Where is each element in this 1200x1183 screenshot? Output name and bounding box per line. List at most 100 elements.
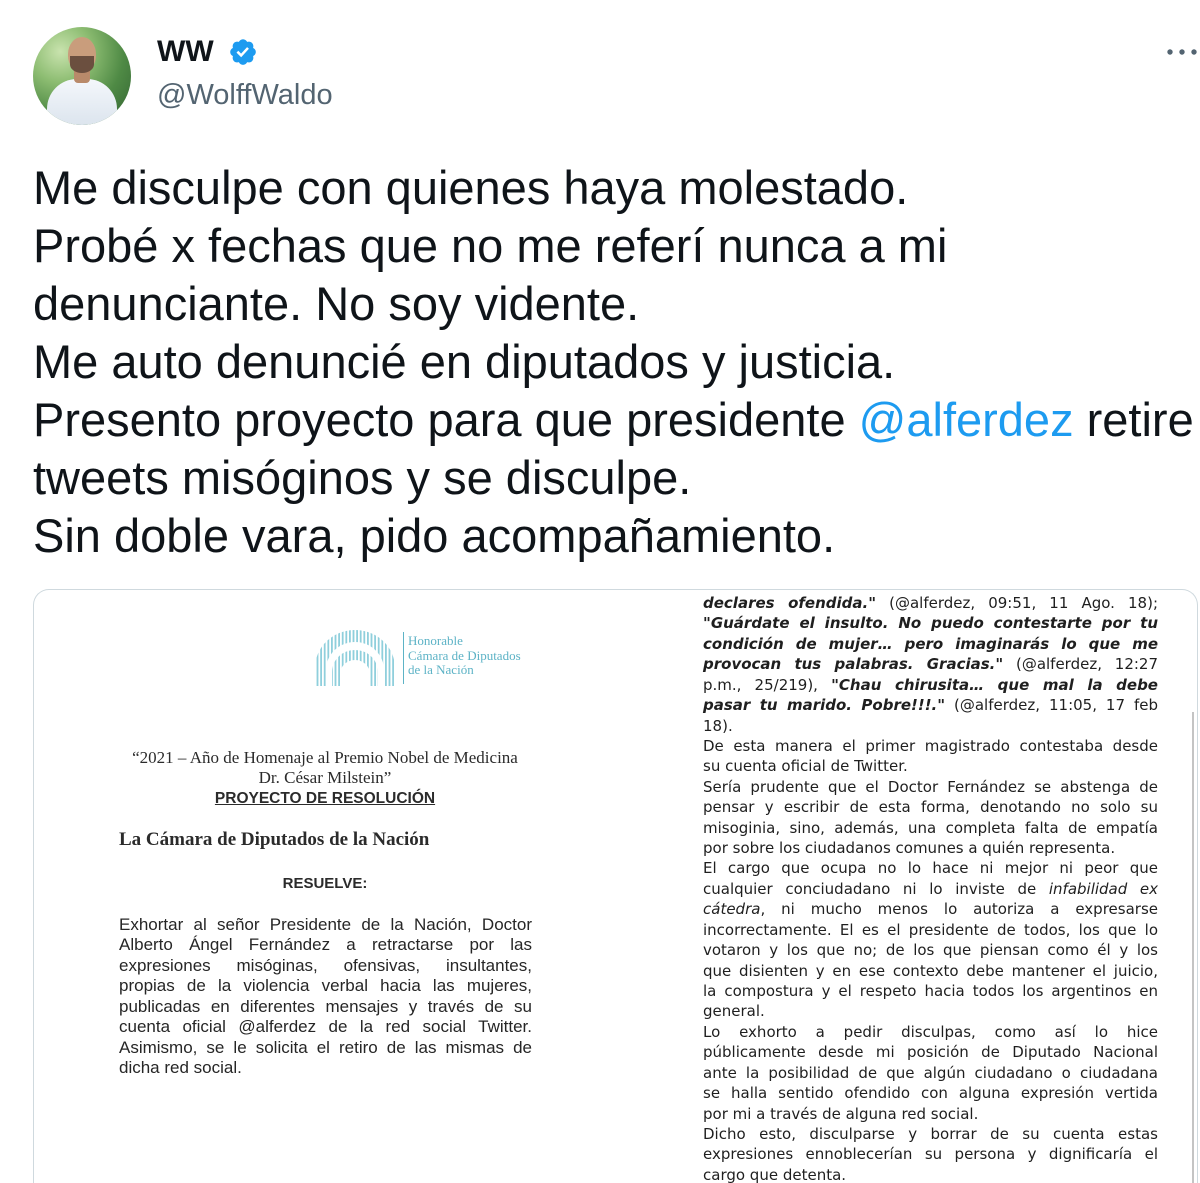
logo-text-line: Honorable: [408, 633, 463, 648]
document-text-line: propias de la violencia verbal hacia las…: [119, 976, 532, 996]
document-text-line: cátedra, ni mucho menos lo autoriza a ex…: [703, 899, 1158, 919]
document-text-line: general.: [703, 1001, 1158, 1021]
document-text-line: por mi a través de alguna red social.: [703, 1104, 1158, 1124]
mention-link[interactable]: @alferdez: [859, 393, 1074, 446]
document-chamber: La Cámara de Diputados de la Nación: [119, 829, 430, 850]
more-dots-icon: [1167, 49, 1197, 55]
logo-separator: [403, 632, 404, 684]
tweet-text: Me disculpe con quienes haya molestado. P…: [33, 159, 1200, 565]
document-text-segment: misoginia, sino, además, una completa fa…: [703, 818, 1158, 837]
author-handle[interactable]: @WolffWaldo: [157, 76, 333, 114]
document-text-segment: cargo que detenta.: [703, 1165, 847, 1183]
tweet-text-line: tweets misóginos y se disculpe.: [33, 449, 1200, 507]
document-text-segment: (@alferdez, 11:05, 17 feb: [945, 696, 1159, 715]
document-quote-segment: pasar tu marido. Pobre!!!.": [703, 696, 946, 715]
document-quote-segment: provocan tus palabras. Gracias.": [703, 655, 1004, 674]
tweet-text-segment: Sin doble vara, pido acompañamiento.: [33, 509, 836, 562]
document-text-segment: El cargo que ocupa no lo hace ni mejor n…: [703, 859, 1158, 878]
document-text-line: misoginia, sino, además, una completa fa…: [703, 818, 1158, 838]
document-text-segment: se halla sentido ofendido con alguna exp…: [703, 1084, 1158, 1103]
document-text-line: De esta manera el primer magistrado cont…: [703, 736, 1158, 756]
document-text-segment: públicamente desde mi posición de Diputa…: [703, 1043, 1158, 1062]
document-quote-segment: declares ofendida.": [703, 594, 877, 612]
document-text-segment: por sobre los ciudadanos comunes a quién…: [703, 839, 1116, 858]
document-resolve: RESUELVE:: [282, 875, 368, 892]
tweet-text-line: Presento proyecto para que presidente @a…: [33, 391, 1200, 449]
document-text-segment: incorrectamente. El es el presidente de …: [703, 920, 1158, 939]
document-text-line: Asimismo, se le solicita el retiro de la…: [119, 1037, 532, 1057]
tweet-media-image[interactable]: Honorable Cámara de Diputados de la Naci…: [33, 589, 1198, 1183]
more-options-button[interactable]: [1162, 40, 1200, 64]
tweet-text-segment: denunciante. No soy vidente.: [33, 277, 640, 330]
author-row: WW: [157, 33, 258, 71]
avatar-shirt: [47, 79, 117, 125]
document-text-segment: (@alferdez, 12:27: [1003, 655, 1159, 674]
logo-text-line: de la Nación: [408, 662, 474, 677]
document-text-segment: general.: [703, 1002, 765, 1021]
document-body-right: declares ofendida." (@alferdez, 09:51, 1…: [703, 593, 1158, 1183]
document-text-line: provocan tus palabras. Gracias." (@alfer…: [703, 654, 1158, 674]
document-text-line: pensar y escribir de esta forma, denotan…: [703, 797, 1158, 817]
document-text-line: Exhortar al señor Presidente de la Nació…: [119, 915, 532, 934]
document-quote-segment: "Guárdate el insulto. No puedo contestar…: [703, 614, 1158, 633]
document-text-line: que disienten y en ese contexto debe man…: [703, 961, 1158, 981]
document-text-segment: la compostura y el respeto hacia todos l…: [703, 982, 1158, 1001]
document-text-segment: expresiones ennoblecerían su persona y d…: [703, 1145, 1158, 1164]
tweet-text-line: Sin doble vara, pido acompañamiento.: [33, 507, 1200, 565]
document-text-segment: , ni mucho menos lo autoriza a expresars…: [760, 900, 1158, 919]
document-text-segment: Sería prudente que el Doctor Fernández s…: [703, 777, 1158, 796]
logo-text: Honorable Cámara de Diputados de la Naci…: [408, 633, 521, 678]
document-body-left: Exhortar al señor Presidente de la Nació…: [119, 915, 532, 1078]
document-text-segment: por mi a través de alguna red social.: [703, 1104, 979, 1123]
document-text-segment: 18).: [703, 716, 733, 735]
tweet-text-segment: Me disculpe con quienes haya molestado.: [33, 161, 909, 214]
document-text-line: expresiones misóginas, ofensivas, insult…: [119, 955, 532, 975]
document-text-line: declares ofendida." (@alferdez, 09:51, 1…: [703, 593, 1158, 613]
document-text-line: pasar tu marido. Pobre!!!." (@alferdez, …: [703, 695, 1158, 715]
document-quote-segment: "Chau chirusita… que mal la debe: [831, 675, 1158, 694]
document-text-line: cuenta oficial @alferdez de la red socia…: [119, 1017, 532, 1037]
document-text-segment: pensar y escribir de esta forma, denotan…: [703, 798, 1158, 817]
document-quote-segment: condición de mujer… pero imaginarás lo q…: [703, 634, 1158, 653]
document-text-line: ante la posibilidad de que algún ciudada…: [703, 1063, 1158, 1083]
document-text-line: votaron y los que no; de los que piensan…: [703, 940, 1158, 960]
document-text-segment: Dicho esto, disculparse y borrar de su c…: [703, 1124, 1158, 1143]
document-text-line: "Guárdate el insulto. No puedo contestar…: [703, 613, 1158, 633]
document-text-line: 18).: [703, 716, 1158, 736]
document-text-segment: De esta manera el primer magistrado cont…: [703, 736, 1158, 755]
document-year-heading: Dr. César Milstein”: [258, 768, 392, 787]
document-text-line: Lo exhorto a pedir disculpas, como así l…: [703, 1022, 1158, 1042]
document-text-line: expresiones ennoblecerían su persona y d…: [703, 1144, 1158, 1164]
tweet-text-segment: retire: [1073, 393, 1194, 446]
document-text-line: p.m., 25/219), "Chau chirusita… que mal …: [703, 675, 1158, 695]
document-text-line: Alberto Ángel Fernández a retractarse po…: [119, 935, 532, 955]
page-edge: [1192, 712, 1194, 1183]
document-type: PROYECTO DE RESOLUCIÓN: [214, 790, 436, 807]
document-quote-segment: infabilidad ex: [1048, 879, 1158, 898]
tweet-text-segment: Me auto denuncié en diputados y justicia…: [33, 335, 896, 388]
document-text-line: públicamente desde mi posición de Diputa…: [703, 1042, 1158, 1062]
document-text-line: se halla sentido ofendido con alguna exp…: [703, 1083, 1158, 1103]
avatar-beard: [70, 56, 94, 73]
tweet-text-line: Me disculpe con quienes haya molestado.: [33, 159, 1200, 217]
document-text-line: Dicho esto, disculparse y borrar de su c…: [703, 1124, 1158, 1144]
document-text-line: por sobre los ciudadanos comunes a quién…: [703, 838, 1158, 858]
document-text-segment: que disienten y en ese contexto debe man…: [703, 961, 1158, 980]
tweet-text-line: denunciante. No soy vidente.: [33, 275, 1200, 333]
document-text-line: cualquier conciudadano ni lo inviste de …: [703, 879, 1158, 899]
document-text-line: publicadas en diferentes mensajes y trav…: [119, 996, 532, 1016]
document-year-heading: “2021 – Año de Homenaje al Premio Nobel …: [132, 748, 518, 767]
tweet-text-segment: tweets misóginos y se disculpe.: [33, 451, 692, 504]
avatar[interactable]: [33, 27, 131, 125]
verified-badge-icon: [229, 39, 256, 65]
document-text-segment: cualquier conciudadano ni lo inviste de: [703, 879, 1049, 898]
document-text-segment: su cuenta oficial de Twitter.: [703, 757, 908, 776]
document-text-segment: votaron y los que no; de los que piensan…: [703, 941, 1158, 960]
tweet-text-line: Me auto denuncié en diputados y justicia…: [33, 333, 1200, 391]
document-text-line: su cuenta oficial de Twitter.: [703, 756, 1158, 776]
author-name[interactable]: WW: [157, 33, 214, 71]
tweet-text-segment: Presento proyecto para que presidente: [33, 393, 859, 446]
tweet-text-segment: Probé x fechas que no me referí nunca a …: [33, 219, 948, 272]
document-text-line: la compostura y el respeto hacia todos l…: [703, 981, 1158, 1001]
document-quote-segment: cátedra: [703, 900, 761, 919]
